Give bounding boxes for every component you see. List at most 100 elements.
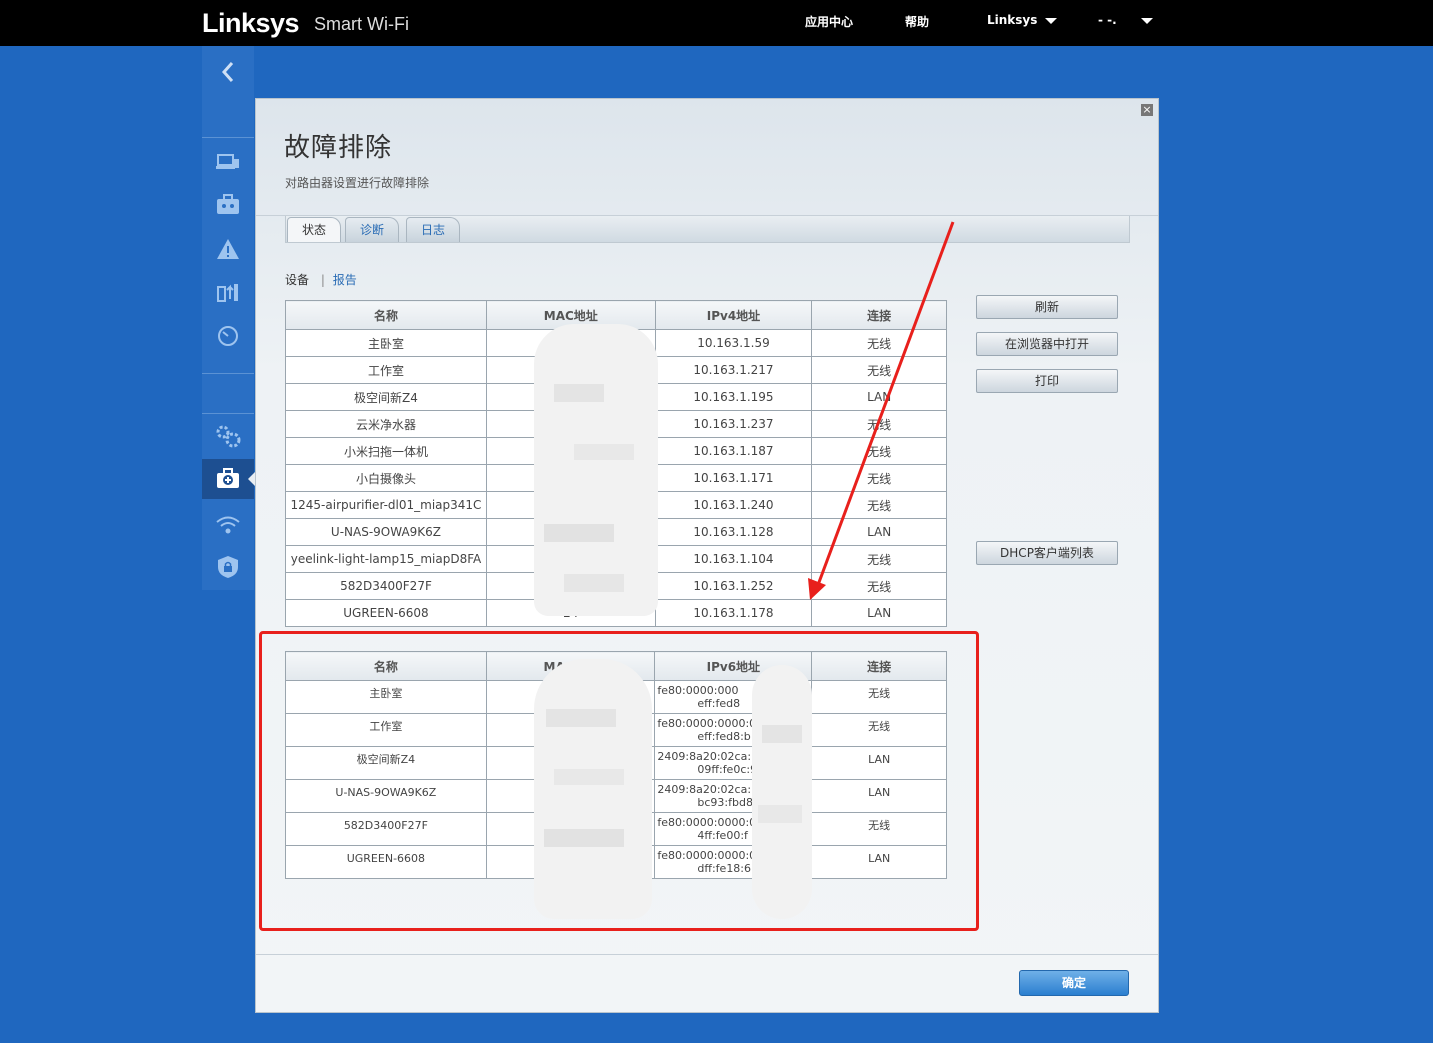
- cell-connection: LAN: [811, 746, 947, 780]
- sidebar-item-settings[interactable]: [202, 416, 254, 456]
- column-header-connection[interactable]: 连接: [811, 300, 947, 330]
- cell-connection: 无线: [811, 545, 947, 573]
- privacy-blur-overlay: [534, 659, 652, 919]
- cell-ipv4: 10.163.1.178: [654, 599, 813, 627]
- subnav-report[interactable]: 报告: [333, 273, 357, 287]
- back-icon: [221, 62, 234, 82]
- back-button[interactable]: [202, 46, 254, 98]
- devices-icon: [216, 154, 239, 169]
- cell-ipv4: 10.163.1.240: [654, 491, 813, 519]
- privacy-blur-overlay: [752, 665, 812, 919]
- priority-icon: [217, 284, 238, 302]
- cell-name: 1245-airpurifier-dl01_miap341C: [285, 491, 487, 519]
- cell-ipv4: 10.163.1.217: [654, 356, 813, 384]
- cell-connection: 无线: [811, 464, 947, 492]
- column-header-name[interactable]: 名称: [285, 300, 487, 330]
- cell-name: 主卧室: [285, 329, 487, 357]
- cell-ipv4: 10.163.1.128: [654, 518, 813, 546]
- sidebar-item-troubleshooting[interactable]: [202, 459, 255, 499]
- cell-name: 主卧室: [285, 680, 487, 714]
- sidebar-item-parental[interactable]: [202, 185, 254, 225]
- chevron-down-icon: [1045, 17, 1058, 24]
- subnav-separator: |: [320, 273, 325, 287]
- cell-connection: 无线: [811, 491, 947, 519]
- settings-icon: [216, 425, 241, 448]
- column-header-ipv4[interactable]: IPv4地址: [654, 300, 813, 330]
- cell-ipv4: 10.163.1.104: [654, 545, 813, 573]
- cell-name: 工作室: [285, 356, 487, 384]
- cell-connection: 无线: [811, 329, 947, 357]
- account-label: Linksys: [987, 13, 1038, 27]
- close-icon[interactable]: ×: [1141, 104, 1153, 116]
- cell-connection: 无线: [811, 680, 947, 714]
- cell-connection: 无线: [811, 812, 947, 846]
- cell-name: 云米净水器: [285, 410, 487, 438]
- tab-strip: 状态 诊断 日志: [285, 216, 1130, 243]
- alert-icon: [217, 239, 239, 259]
- divider: [256, 954, 1158, 955]
- help-link[interactable]: 帮助: [905, 13, 929, 30]
- ok-button[interactable]: 确定: [1019, 970, 1129, 996]
- top-bar: Linksys Smart Wi-Fi 应用中心 帮助 Linksys - -.: [0, 0, 1433, 46]
- cell-ipv4: 10.163.1.187: [654, 437, 813, 465]
- speed-icon: [218, 326, 238, 346]
- cell-connection: LAN: [811, 599, 947, 627]
- cell-ipv4: 10.163.1.171: [654, 464, 813, 492]
- tab-logs[interactable]: 日志: [406, 217, 461, 242]
- cell-ipv4: 10.163.1.252: [654, 572, 813, 600]
- cell-connection: LAN: [811, 845, 947, 879]
- divider: [202, 137, 254, 138]
- page-subtitle: 对路由器设置进行故障排除: [285, 176, 430, 190]
- tab-status[interactable]: 状态: [287, 217, 342, 242]
- cell-name: 工作室: [285, 713, 487, 747]
- cell-name: 极空间新Z4: [285, 383, 487, 411]
- cell-connection: 无线: [811, 356, 947, 384]
- cell-name: 582D3400F27F: [285, 812, 487, 846]
- shield-icon: [218, 556, 238, 578]
- column-header-name[interactable]: 名称: [285, 651, 487, 681]
- sidebar-item-alerts[interactable]: [202, 229, 254, 269]
- sidebar-item-wifi[interactable]: [202, 504, 254, 544]
- refresh-button[interactable]: 刷新: [976, 295, 1118, 319]
- tab-diagnostics[interactable]: 诊断: [345, 217, 400, 242]
- subnav-devices[interactable]: 设备: [285, 273, 309, 287]
- open-in-browser-button[interactable]: 在浏览器中打开: [976, 332, 1118, 356]
- cell-name: UGREEN-6608: [285, 845, 487, 879]
- cell-name: 小白摄像头: [285, 464, 487, 492]
- app-center-link[interactable]: 应用中心: [805, 13, 853, 30]
- print-button[interactable]: 打印: [976, 369, 1118, 393]
- linksys-logo[interactable]: Linksys: [202, 8, 300, 39]
- parental-icon: [217, 194, 239, 214]
- troubleshooting-panel: × 故障排除 对路由器设置进行故障排除 状态 诊断 日志 设备 | 报告 名称 …: [255, 98, 1159, 1013]
- cell-name: UGREEN-6608: [285, 599, 487, 627]
- cell-name: 582D3400F27F: [285, 572, 487, 600]
- dhcp-client-list-button[interactable]: DHCP客户端列表: [976, 541, 1118, 565]
- sidebar-item-devices[interactable]: [202, 142, 254, 182]
- sidebar-item-security[interactable]: [202, 547, 254, 587]
- user-menu[interactable]: - -.: [1098, 13, 1153, 27]
- sidebar-item-speedtest[interactable]: [202, 316, 254, 356]
- divider: [202, 373, 254, 374]
- chevron-down-icon: [1140, 17, 1153, 24]
- product-name: Smart Wi-Fi: [314, 14, 409, 34]
- cell-connection: 无线: [811, 572, 947, 600]
- page-title: 故障排除: [284, 133, 393, 163]
- cell-name: 极空间新Z4: [285, 746, 487, 780]
- user-label: - -.: [1098, 13, 1117, 27]
- column-header-connection[interactable]: 连接: [811, 651, 947, 681]
- cell-ipv4: 10.163.1.195: [654, 383, 813, 411]
- sidebar-item-priority[interactable]: [202, 272, 254, 312]
- sub-navigation: 设备 | 报告: [285, 271, 357, 288]
- cell-ipv4: 10.163.1.237: [654, 410, 813, 438]
- cell-connection: 无线: [811, 437, 947, 465]
- cell-connection: LAN: [811, 779, 947, 813]
- account-menu[interactable]: Linksys: [987, 13, 1058, 27]
- cell-name: U-NAS-9OWA9K6Z: [285, 518, 487, 546]
- cell-name: 小米扫拖一体机: [285, 437, 487, 465]
- cell-connection: LAN: [811, 518, 947, 546]
- cell-connection: 无线: [811, 410, 947, 438]
- cell-connection: 无线: [811, 713, 947, 747]
- cell-connection: LAN: [811, 383, 947, 411]
- divider: [202, 413, 254, 414]
- cell-name: yeelink-light-lamp15_miapD8FA: [285, 545, 487, 573]
